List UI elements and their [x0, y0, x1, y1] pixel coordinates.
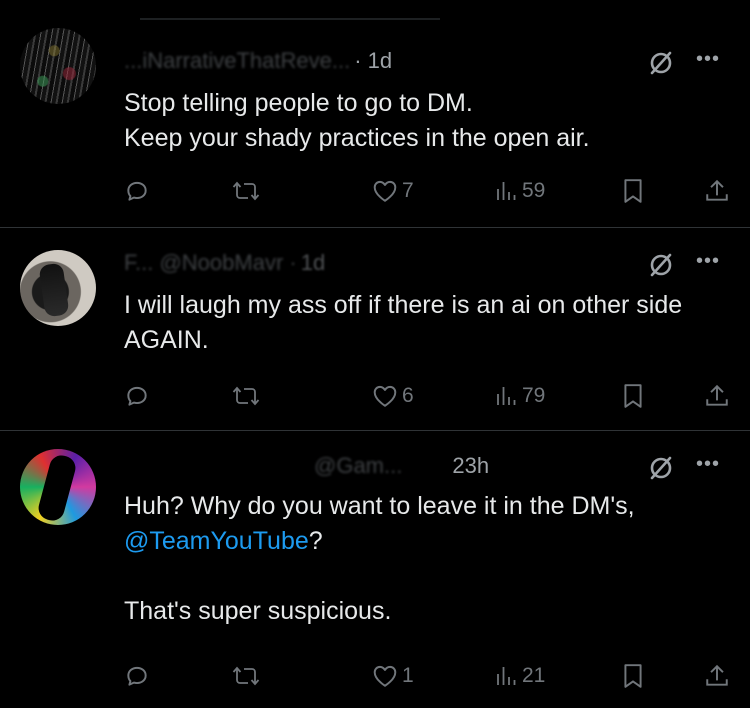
more-options-icon[interactable]: ••• [696, 250, 720, 273]
like-count: 7 [402, 179, 414, 202]
mention-link[interactable]: @TeamYouTube [124, 527, 309, 555]
share-button[interactable] [704, 661, 730, 691]
views-button[interactable]: 59 [494, 176, 545, 206]
tweet-text: I will laugh my ass off if there is an a… [124, 291, 688, 354]
views-icon [497, 387, 516, 405]
tweet-text: Stop telling people to go to DM. Keep yo… [124, 89, 590, 152]
reply-button[interactable] [124, 381, 150, 411]
tweet-actions: 6 79 [124, 381, 730, 411]
view-count: 59 [522, 179, 546, 202]
avatar[interactable] [20, 250, 96, 326]
bookmark-icon [624, 179, 642, 203]
reply-icon [127, 666, 147, 686]
tweet-header: @Gam... 23h ••• [124, 453, 724, 483]
avatar[interactable] [20, 28, 96, 104]
retweet-button[interactable] [232, 176, 260, 206]
share-button[interactable] [704, 381, 730, 411]
grok-slash-icon[interactable] [648, 50, 674, 76]
retweet-button[interactable] [232, 661, 260, 691]
share-icon [706, 179, 728, 201]
timestamp[interactable]: · 1d [354, 48, 392, 73]
bookmark-icon [624, 384, 642, 408]
view-count: 79 [522, 384, 546, 407]
grok-slash-icon[interactable] [648, 455, 674, 481]
tweet-header: F... @NoobMavr · 1d ••• [124, 250, 724, 280]
tweet-3[interactable]: @Gam... 23h ••• Huh? Why do you want to l… [0, 430, 750, 708]
avatar[interactable] [20, 449, 96, 525]
tweet-1[interactable]: ...iNarrativeThatReve... · 1d ••• Stop te… [0, 0, 750, 226]
retweet-icon [232, 666, 260, 686]
retweet-icon [232, 386, 260, 406]
tweet-actions: 1 21 [124, 661, 730, 691]
more-options-icon[interactable]: ••• [696, 48, 720, 71]
author-handle[interactable]: @Gam... [314, 453, 402, 479]
share-button[interactable] [704, 176, 730, 206]
bookmark-icon [624, 664, 642, 688]
grok-slash-icon[interactable] [648, 252, 674, 278]
heart-icon [373, 665, 397, 687]
like-button[interactable]: 1 [372, 661, 414, 691]
timestamp[interactable]: 23h [452, 453, 489, 478]
tweet-header: ...iNarrativeThatReve... · 1d ••• [124, 48, 724, 78]
views-icon [497, 182, 516, 200]
view-count: 21 [522, 664, 546, 687]
timestamp[interactable]: 1d [301, 250, 325, 275]
heart-icon [373, 180, 397, 202]
more-options-icon[interactable]: ••• [696, 453, 720, 476]
like-button[interactable]: 7 [372, 176, 414, 206]
reply-button[interactable] [124, 661, 150, 691]
retweet-icon [232, 181, 260, 201]
bookmark-button[interactable] [622, 176, 644, 206]
share-icon [706, 384, 728, 406]
like-count: 6 [402, 384, 414, 407]
author-handle[interactable]: F... @NoobMavr · [124, 250, 297, 276]
tweet-actions: 7 59 [124, 176, 730, 206]
tweet-text: Huh? Why do you want to leave it in the … [124, 492, 642, 625]
views-button[interactable]: 21 [494, 661, 545, 691]
bookmark-button[interactable] [622, 661, 644, 691]
reply-icon [127, 386, 147, 406]
author-handle[interactable]: ...iNarrativeThatReve... [124, 48, 350, 74]
reply-button[interactable] [124, 176, 150, 206]
share-icon [706, 664, 728, 686]
bookmark-button[interactable] [622, 381, 644, 411]
views-button[interactable]: 79 [494, 381, 545, 411]
retweet-button[interactable] [232, 381, 260, 411]
like-count: 1 [402, 664, 414, 687]
views-icon [497, 667, 516, 685]
heart-icon [373, 385, 397, 407]
tweet-2[interactable]: F... @NoobMavr · 1d ••• I will laugh my a… [0, 227, 750, 430]
reply-icon [127, 181, 147, 201]
like-button[interactable]: 6 [372, 381, 414, 411]
